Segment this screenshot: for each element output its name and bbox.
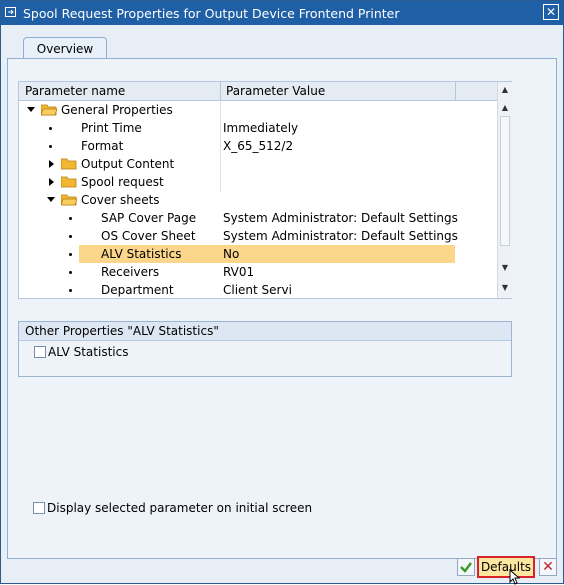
close-icon[interactable]: ✕ [543,4,559,20]
tree-row-label: Receivers [101,265,160,279]
alv-statistics-checkbox-label: ALV Statistics [48,345,129,359]
tree-row-value: System Administrator: Default Settings [223,229,458,243]
tree-row-general-properties[interactable]: General Properties [19,101,497,119]
window-title: Spool Request Properties for Output Devi… [23,6,400,21]
column-header-parameter-name[interactable]: Parameter name [25,84,125,98]
mouse-cursor-icon [509,569,521,585]
collapse-triangle-icon[interactable] [49,160,54,168]
tree-row-spool-request[interactable]: Spool request [19,173,497,191]
tree-row-label: Department [101,283,174,297]
tree-row-os-cover-sheet[interactable]: OS Cover Sheet System Administrator: Def… [19,227,497,245]
bullet-icon [69,217,72,220]
checkmark-icon [460,562,472,573]
bullet-icon [49,145,52,148]
tree-row-label: Cover sheets [81,193,160,207]
confirm-button[interactable] [457,558,475,576]
parameter-tree-grid: Parameter name Parameter Value General P… [18,81,512,299]
collapse-triangle-icon[interactable] [49,178,54,186]
group-title: Other Properties "ALV Statistics" [25,324,219,338]
tree-row-department[interactable]: Department Client Servi [19,281,497,299]
bullet-icon [69,289,72,292]
dialog-icon [5,7,16,17]
tree-row-label: OS Cover Sheet [101,229,196,243]
dialog-body: Overview Parameter name Parameter Value … [1,25,563,585]
column-divider[interactable] [455,82,456,100]
cancel-button[interactable]: ✕ [539,558,557,576]
tree-row-label: Output Content [81,157,175,171]
tree-row-alv-statistics[interactable]: ALV Statistics No [19,245,497,263]
spool-request-dialog: Spool Request Properties for Output Devi… [0,0,564,585]
tree-row-receivers[interactable]: Receivers RV01 [19,263,497,281]
tree-row-label: Format [81,139,124,153]
alv-statistics-checkbox[interactable] [34,346,46,358]
tree-row-label: General Properties [61,103,173,117]
scroll-bottom-arrow-icon[interactable]: ▼ [500,282,510,294]
tree-row-label: SAP Cover Page [101,211,197,225]
open-folder-icon [41,104,57,116]
column-header-parameter-value[interactable]: Parameter Value [226,84,325,98]
tree-row-print-time[interactable]: Print Time Immediately [19,119,497,137]
scroll-top-arrow-icon[interactable]: ▲ [500,84,510,96]
display-initial-screen-checkbox[interactable] [33,502,45,514]
group-header: Other Properties "ALV Statistics" [19,322,511,341]
expand-triangle-icon[interactable] [27,107,35,112]
bullet-icon [69,253,72,256]
scroll-down-arrow-icon[interactable]: ▼ [500,262,510,274]
tree-row-format[interactable]: Format X_65_512/2 [19,137,497,155]
tree-row-sap-cover-page[interactable]: SAP Cover Page System Administrator: Def… [19,209,497,227]
bullet-icon [69,235,72,238]
folder-icon [61,176,77,188]
tree-row-value: RV01 [223,265,255,279]
tree-row-label: ALV Statistics [101,247,182,261]
tree-row-label: Print Time [81,121,142,135]
title-bar[interactable]: Spool Request Properties for Output Devi… [1,1,563,25]
scroll-up-arrow-icon[interactable]: ▲ [500,102,510,114]
scrollbar-thumb[interactable] [500,116,510,246]
folder-icon [61,158,77,170]
expand-triangle-icon[interactable] [47,197,55,202]
overview-panel: Parameter name Parameter Value General P… [7,58,557,559]
tree-row-label: Spool request [81,175,164,189]
other-properties-group: Other Properties "ALV Statistics" ALV St… [18,321,512,377]
grid-header: Parameter name Parameter Value [19,82,497,101]
tree-row-value: Client Servi [223,283,292,297]
tree-row-value: No [223,247,240,261]
tree-row-cover-sheets[interactable]: Cover sheets [19,191,497,209]
bullet-icon [49,127,52,130]
column-divider[interactable] [220,82,221,100]
tree-row-value: Immediately [223,121,299,135]
vertical-scrollbar[interactable]: ▲ ▲ ▼ ▼ [497,82,512,298]
display-initial-screen-label: Display selected parameter on initial sc… [47,501,313,515]
tree-row-output-content[interactable]: Output Content [19,155,497,173]
tree-row-value: System Administrator: Default Settings [223,211,458,225]
tab-overview[interactable]: Overview [23,37,107,59]
defaults-button[interactable]: Defaults [477,556,535,578]
open-folder-icon [61,194,77,206]
tree-row-value: X_65_512/2 [223,139,294,153]
bullet-icon [69,271,72,274]
